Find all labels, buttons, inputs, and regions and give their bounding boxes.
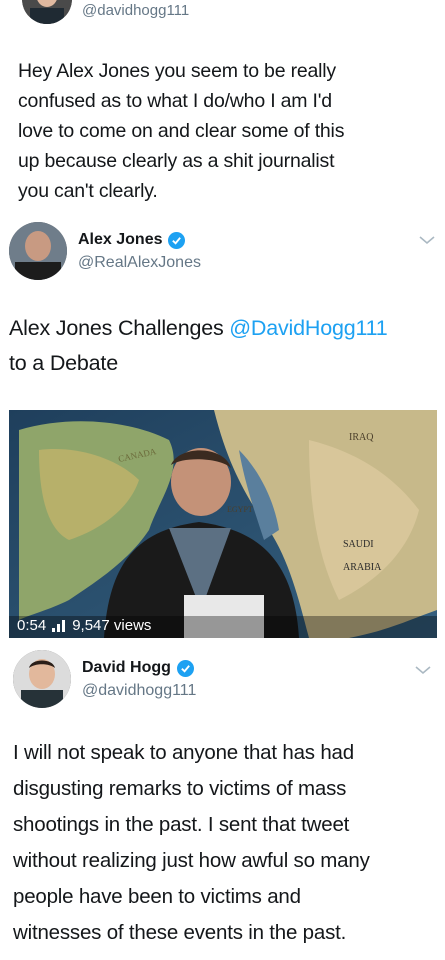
avatar-image xyxy=(9,222,67,280)
tweet2-line-1: Alex Jones Challenges @DavidHogg111 xyxy=(9,311,439,346)
verified-badge-icon xyxy=(168,231,186,249)
avatar-davidhogg[interactable] xyxy=(22,0,72,24)
tweet3-handle[interactable]: @davidhogg111 xyxy=(82,682,196,700)
tweet1-handle[interactable]: @davidhogg111 xyxy=(82,2,189,19)
tweet2-author[interactable]: Alex Jones xyxy=(78,231,186,249)
avatar-image xyxy=(13,650,71,708)
tweet3-author[interactable]: David Hogg xyxy=(82,659,194,677)
tweet1-line: love to come on and clear some of this xyxy=(18,120,345,142)
tweet3-line: disgusting remarks to victims of mass xyxy=(13,777,347,800)
chevron-down-icon[interactable] xyxy=(417,234,437,246)
map-label-iraq: IRAQ xyxy=(349,432,374,443)
tweet3-name[interactable]: David Hogg xyxy=(82,659,171,677)
tweet3-line: shootings in the past. I sent that tweet xyxy=(13,813,350,836)
avatar-davidhogg-2[interactable] xyxy=(13,650,71,708)
video-stats: 0:54 9,547 views xyxy=(17,617,151,634)
tweet3-line: without realizing just how awful so many xyxy=(13,849,370,872)
tweet3-line: I will not speak to anyone that has had xyxy=(13,741,354,764)
video-thumbnail: IRAQ SAUDI ARABIA EGYPT CANADA xyxy=(9,410,437,638)
tweet1-line: Hey Alex Jones you seem to be really xyxy=(18,60,336,82)
tweet2-text: Alex Jones Challenges @DavidHogg111 to a… xyxy=(9,311,439,381)
map-label-egypt: EGYPT xyxy=(227,505,253,514)
video-duration: 0:54 xyxy=(17,617,47,634)
chevron-down-icon[interactable] xyxy=(413,664,433,676)
tweet3-line: people have been to victims and xyxy=(13,885,301,908)
map-label-saudi: SAUDI xyxy=(343,539,374,550)
tweet1-text: Hey Alex Jones you seem to be really con… xyxy=(18,56,428,206)
tweet1-line: up because clearly as a shit journalist xyxy=(18,150,335,172)
tweet3-line: witnesses of these events in the past. xyxy=(13,921,347,944)
tweet2-handle[interactable]: @RealAlexJones xyxy=(78,254,201,272)
tweet2-line-2: to a Debate xyxy=(9,351,118,375)
map-label-arabia: ARABIA xyxy=(343,562,382,573)
video-player[interactable]: IRAQ SAUDI ARABIA EGYPT CANADA 0:54 9,54… xyxy=(9,410,437,638)
tweet1-line: confused as to what I do/who I am I'd xyxy=(18,90,332,112)
tweet1-line: you can't clearly. xyxy=(18,180,158,202)
tweet2-text-prefix: Alex Jones Challenges xyxy=(9,316,230,340)
views-bars-icon xyxy=(52,619,66,632)
avatar-alexjones[interactable] xyxy=(9,222,67,280)
verified-badge-icon xyxy=(176,659,194,677)
tweet3-text: I will not speak to anyone that has had … xyxy=(13,735,438,951)
avatar-image xyxy=(22,0,72,24)
mention-link[interactable]: @DavidHogg111 xyxy=(229,316,387,340)
tweet2-name[interactable]: Alex Jones xyxy=(78,231,162,249)
video-views: 9,547 views xyxy=(72,617,152,634)
